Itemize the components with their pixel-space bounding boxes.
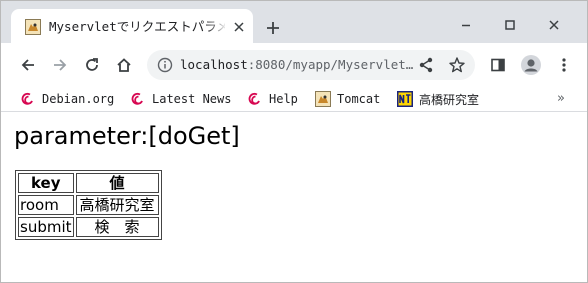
debian-icon bbox=[20, 91, 36, 107]
table-row: submit 検 索 bbox=[18, 217, 159, 237]
debian-icon bbox=[130, 91, 146, 107]
tomcat-icon bbox=[315, 91, 331, 107]
table-row: room 高橋研究室 bbox=[18, 195, 159, 215]
bookmark-label: Help bbox=[269, 92, 298, 106]
side-panel-icon[interactable] bbox=[484, 51, 512, 79]
url-host: localhost bbox=[180, 57, 248, 72]
bookmark-tomcat[interactable]: Tomcat bbox=[315, 89, 380, 109]
tomcat-icon bbox=[25, 19, 41, 35]
bookmark-debian[interactable]: Debian.org bbox=[20, 89, 114, 109]
table-header-row: key 値 bbox=[18, 173, 159, 193]
share-icon[interactable] bbox=[417, 56, 435, 74]
column-header-key: key bbox=[18, 173, 74, 193]
parameter-table: key 値 room 高橋研究室 submit 検 索 bbox=[15, 170, 162, 240]
bookmark-label: 高橋研究室 bbox=[419, 92, 480, 107]
column-header-value: 値 bbox=[75, 173, 159, 193]
cell-value: 高橋研究室 bbox=[75, 195, 159, 215]
new-tab-icon[interactable] bbox=[263, 18, 283, 38]
minimize-icon[interactable] bbox=[454, 13, 478, 37]
address-bar[interactable]: localhost:8080/myapp/Myservlet… bbox=[147, 50, 475, 80]
cell-key: submit bbox=[18, 217, 74, 237]
page-heading: parameter:[doGet] bbox=[14, 122, 240, 150]
bookmarks-bar: Debian.org Latest News Help Tomcat 高橋研究室… bbox=[1, 87, 587, 112]
close-tab-icon[interactable] bbox=[230, 18, 248, 36]
browser-window: Myservletでリクエストパラメータ bbox=[0, 0, 588, 283]
profile-avatar-icon[interactable] bbox=[517, 51, 545, 79]
debian-icon bbox=[247, 91, 263, 107]
maximize-icon[interactable] bbox=[498, 13, 522, 37]
tab-active[interactable]: Myservletでリクエストパラメータ bbox=[11, 9, 253, 43]
bookmark-star-icon[interactable] bbox=[448, 56, 466, 74]
tab-title: Myservletでリクエストパラメータ bbox=[49, 19, 225, 34]
back-arrow-icon[interactable] bbox=[14, 51, 42, 79]
bookmark-label: Tomcat bbox=[337, 92, 381, 106]
close-window-icon[interactable] bbox=[542, 13, 566, 37]
url-text[interactable]: localhost:8080/myapp/Myservlet… bbox=[180, 57, 416, 73]
bookmark-label: Debian.org bbox=[42, 92, 115, 106]
url-ellipsis: … bbox=[405, 57, 414, 72]
bookmark-help[interactable]: Help bbox=[247, 89, 298, 109]
cell-value: 検 索 bbox=[75, 217, 159, 237]
url-path: :8080/myapp/Myservlet bbox=[247, 57, 406, 72]
home-icon[interactable] bbox=[110, 51, 138, 79]
tab-strip: Myservletでリクエストパラメータ bbox=[1, 1, 587, 43]
forward-arrow-icon[interactable] bbox=[46, 51, 74, 79]
info-icon[interactable] bbox=[157, 57, 173, 73]
nt-icon bbox=[397, 91, 413, 107]
bookmark-label: Latest News bbox=[152, 92, 232, 106]
navigation-toolbar: localhost:8080/myapp/Myservlet… bbox=[1, 43, 587, 87]
bookmarks-overflow-icon[interactable]: » bbox=[553, 91, 569, 107]
reload-icon[interactable] bbox=[78, 51, 106, 79]
page-content: parameter:[doGet] key 値 room 高橋研究室 submi… bbox=[1, 113, 587, 282]
tab-title-fade bbox=[207, 17, 227, 37]
menu-kebab-icon[interactable] bbox=[550, 51, 578, 79]
bookmark-latest-news[interactable]: Latest News bbox=[130, 89, 231, 109]
cell-key: room bbox=[18, 195, 74, 215]
bookmark-takahashi-lab[interactable]: 高橋研究室 bbox=[397, 89, 479, 109]
